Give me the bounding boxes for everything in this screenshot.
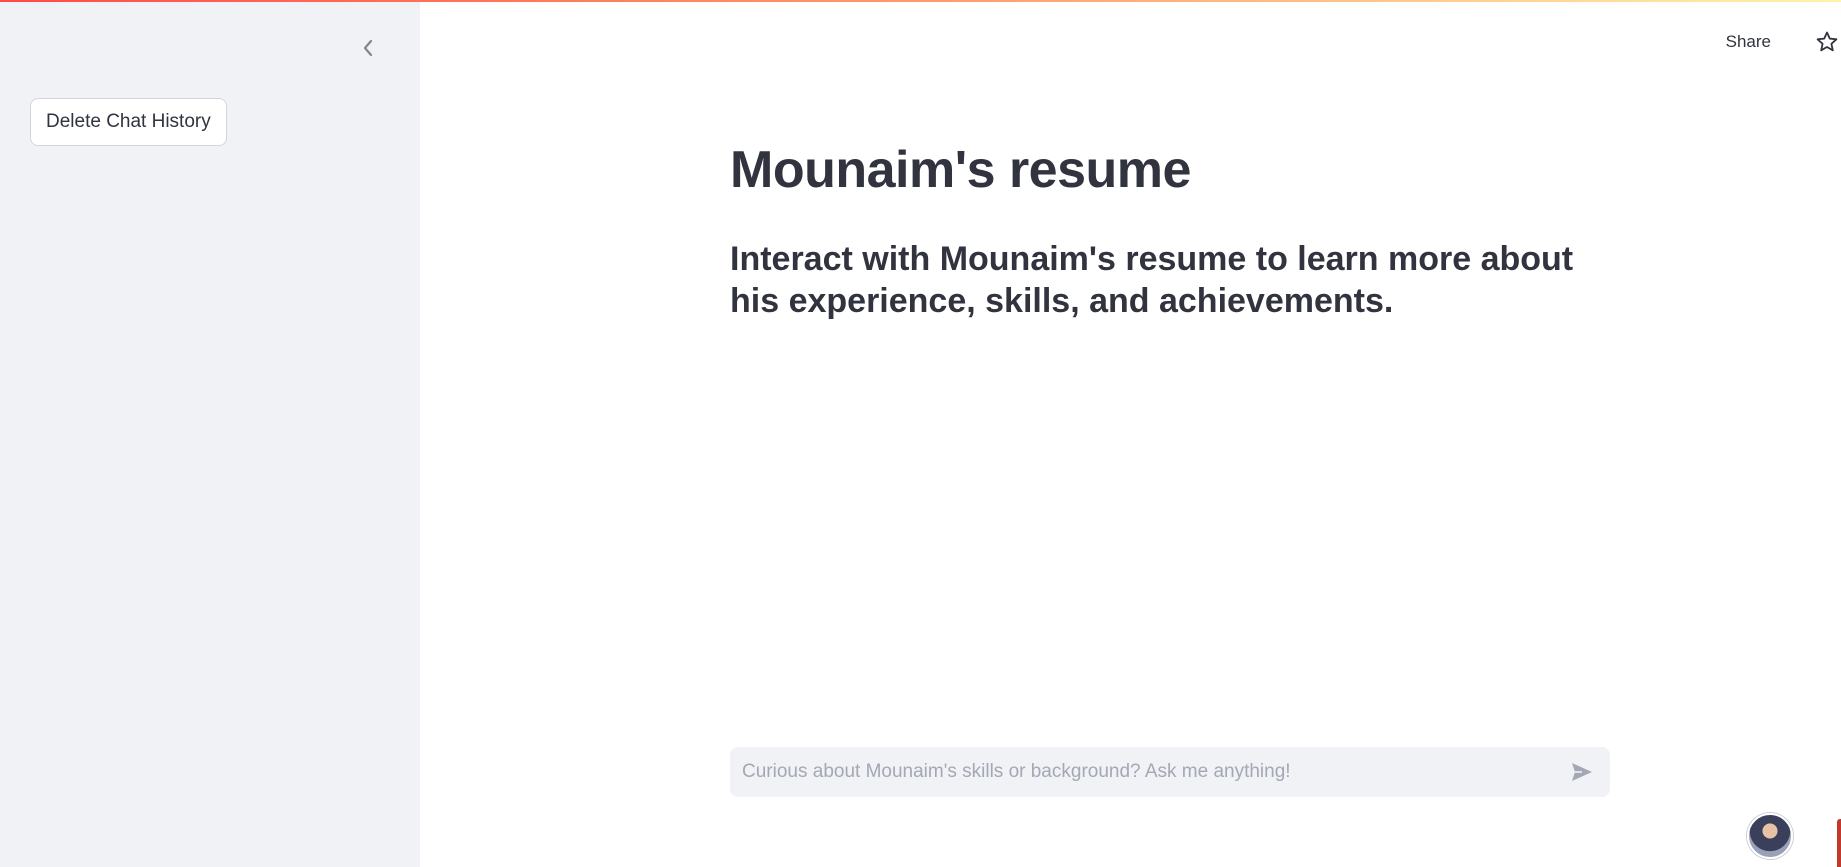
top-decoration-bar (0, 0, 1841, 2)
share-button[interactable]: Share (1726, 32, 1771, 52)
sidebar: Delete Chat History (0, 0, 420, 867)
chevron-left-icon (363, 39, 373, 57)
chat-input[interactable] (730, 747, 1562, 797)
star-button[interactable] (1815, 30, 1841, 56)
chat-input-container (730, 747, 1610, 797)
send-button[interactable] (1562, 752, 1602, 792)
page-title: Mounaim's resume (730, 141, 1191, 199)
page-subtitle: Interact with Mounaim's resume to learn … (730, 240, 1574, 320)
main-content: Share Mounaim's resume Interact with Mou… (420, 0, 1841, 867)
avatar[interactable] (1747, 813, 1793, 859)
edge-marker (1837, 819, 1841, 867)
delete-chat-history-button[interactable]: Delete Chat History (30, 98, 227, 146)
collapse-sidebar-button[interactable] (356, 36, 380, 60)
star-icon (1816, 31, 1838, 52)
send-icon (1572, 763, 1592, 781)
